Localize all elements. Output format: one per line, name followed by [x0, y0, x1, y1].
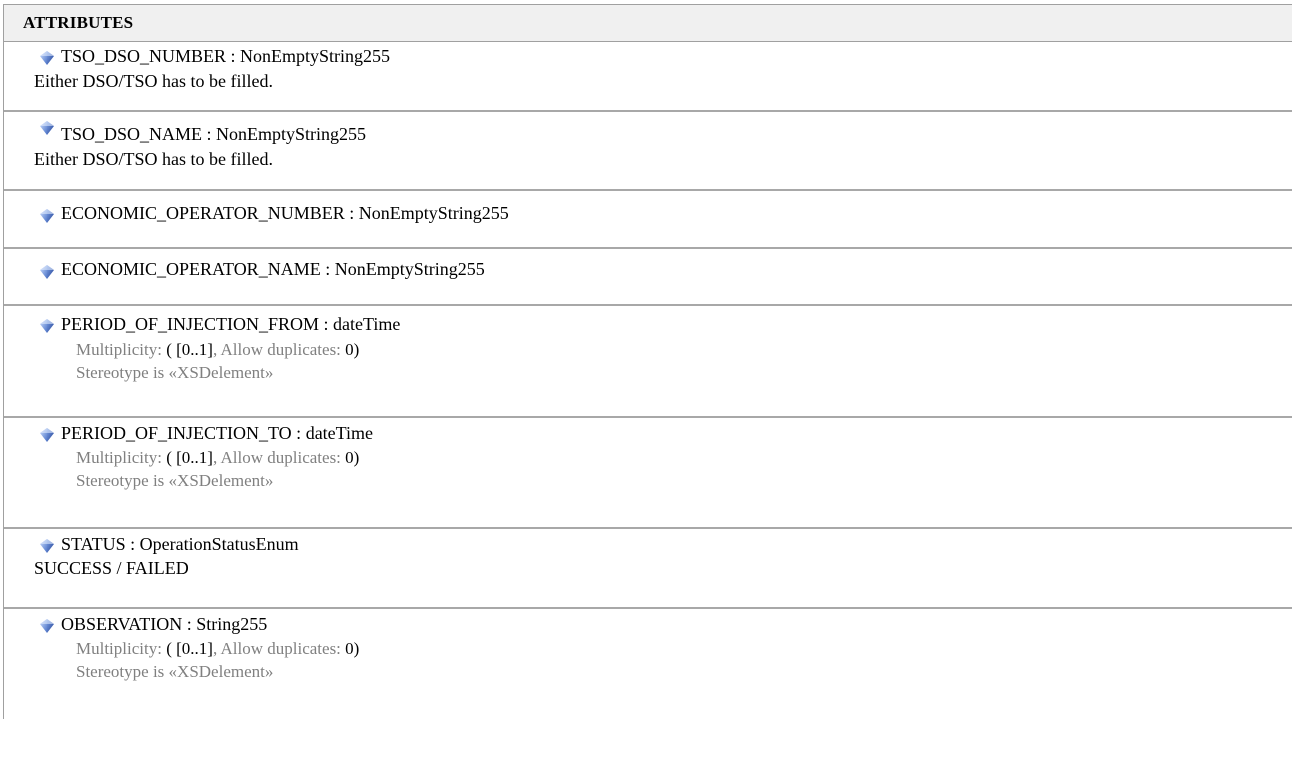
attribute-gem-icon — [40, 121, 54, 135]
allow-duplicates-value: 0) — [345, 639, 360, 658]
attribute-note: Either DSO/TSO has to be filled. — [34, 149, 273, 169]
multiplicity-value: [0..1] — [176, 639, 213, 658]
attribute-name: PERIOD_OF_INJECTION_TO — [61, 423, 292, 443]
multiplicity-label: Multiplicity: — [76, 639, 167, 658]
allow-duplicates-label: , Allow duplicates: — [212, 639, 346, 658]
attribute-type: dateTime — [305, 423, 374, 443]
attribute-sep: : — [320, 259, 335, 279]
attribute-sep: : — [125, 534, 140, 554]
attribute-gem-icon — [40, 428, 54, 442]
multiplicity-value: [0..1] — [176, 340, 213, 359]
attribute-sep: : — [202, 124, 217, 144]
attribute-type: String255 — [196, 614, 268, 634]
attribute-title: TSO_DSO_NUMBER : NonEmptyString255 — [61, 46, 390, 67]
multiplicity-line: Multiplicity: ( [0..1], Allow duplicates… — [76, 340, 359, 360]
attribute-name: STATUS — [61, 534, 126, 554]
attribute-title: TSO_DSO_NAME : NonEmptyString255 — [61, 124, 366, 145]
multiplicity-line: Multiplicity: ( [0..1], Allow duplicates… — [76, 448, 359, 468]
attribute-type: OperationStatusEnum — [139, 534, 299, 554]
section-header: ATTRIBUTES — [4, 4, 1292, 42]
attribute-sep: : — [182, 614, 197, 634]
attribute-gem-icon — [40, 619, 54, 633]
attribute-title: PERIOD_OF_INJECTION_FROM : dateTime — [61, 314, 400, 335]
attribute-gem-icon — [40, 209, 54, 223]
attribute-sep: : — [291, 423, 306, 443]
multiplicity-line: Multiplicity: ( [0..1], Allow duplicates… — [76, 639, 359, 659]
attribute-gem-icon — [40, 319, 54, 333]
multiplicity-label: Multiplicity: — [76, 448, 167, 467]
multiplicity-open: ( — [166, 639, 177, 658]
attribute-row[interactable]: OBSERVATION : String255 Multiplicity: ( … — [4, 609, 1292, 719]
attribute-name: ECONOMIC_OPERATOR_NAME — [61, 259, 321, 279]
allow-duplicates-value: 0) — [345, 340, 360, 359]
attribute-sep: : — [344, 203, 359, 223]
attribute-type: NonEmptyString255 — [334, 259, 485, 279]
attribute-type: dateTime — [333, 314, 401, 334]
allow-duplicates-label: , Allow duplicates: — [212, 340, 346, 359]
multiplicity-value: [0..1] — [176, 448, 213, 467]
attribute-row[interactable]: TSO_DSO_NUMBER : NonEmptyString255 Eithe… — [4, 42, 1292, 112]
attribute-note: Either DSO/TSO has to be filled. — [34, 71, 273, 91]
attribute-gem-icon — [40, 51, 54, 65]
attribute-row[interactable]: PERIOD_OF_INJECTION_FROM : dateTime Mult… — [4, 306, 1292, 418]
stereotype-line: Stereotype is «XSDelement» — [76, 662, 274, 681]
attribute-row[interactable]: PERIOD_OF_INJECTION_TO : dateTime Multip… — [4, 418, 1292, 529]
stereotype-line: Stereotype is «XSDelement» — [76, 363, 274, 382]
attribute-gem-icon — [40, 539, 54, 553]
attribute-title: STATUS : OperationStatusEnum — [61, 534, 299, 555]
multiplicity-label: Multiplicity: — [76, 340, 167, 359]
attribute-title: ECONOMIC_OPERATOR_NAME : NonEmptyString2… — [61, 259, 485, 280]
attribute-name: OBSERVATION — [61, 614, 183, 634]
section-title: ATTRIBUTES — [23, 13, 134, 32]
attribute-type: NonEmptyString255 — [216, 124, 367, 144]
allow-duplicates-label: , Allow duplicates: — [212, 448, 346, 467]
attribute-sep: : — [319, 314, 334, 334]
multiplicity-open: ( — [166, 448, 177, 467]
attribute-name: TSO_DSO_NAME — [61, 124, 203, 144]
attribute-sep: : — [226, 46, 241, 66]
attribute-type: NonEmptyString255 — [358, 203, 509, 223]
stereotype-line: Stereotype is «XSDelement» — [76, 471, 274, 490]
attribute-title: ECONOMIC_OPERATOR_NUMBER : NonEmptyStrin… — [61, 203, 509, 224]
attributes-panel: ATTRIBUTES TSO_DSO_NUMBER : NonEmptyStri… — [3, 4, 1292, 719]
allow-duplicates-value: 0) — [345, 448, 360, 467]
attribute-type: NonEmptyString255 — [240, 46, 391, 66]
attribute-gem-icon — [40, 265, 54, 279]
attribute-row[interactable]: TSO_DSO_NAME : NonEmptyString255 Either … — [4, 112, 1292, 191]
multiplicity-open: ( — [166, 340, 177, 359]
attribute-row[interactable]: STATUS : OperationStatusEnum SUCCESS / F… — [4, 529, 1292, 609]
attribute-name: TSO_DSO_NUMBER — [61, 46, 227, 66]
attribute-name: ECONOMIC_OPERATOR_NUMBER — [61, 203, 345, 223]
attribute-title: PERIOD_OF_INJECTION_TO : dateTime — [61, 423, 373, 444]
attribute-row[interactable]: ECONOMIC_OPERATOR_NUMBER : NonEmptyStrin… — [4, 191, 1292, 249]
attribute-note: SUCCESS / FAILED — [34, 558, 189, 578]
attribute-title: OBSERVATION : String255 — [61, 614, 267, 635]
attribute-name: PERIOD_OF_INJECTION_FROM — [61, 314, 320, 334]
attribute-row[interactable]: ECONOMIC_OPERATOR_NAME : NonEmptyString2… — [4, 249, 1292, 306]
